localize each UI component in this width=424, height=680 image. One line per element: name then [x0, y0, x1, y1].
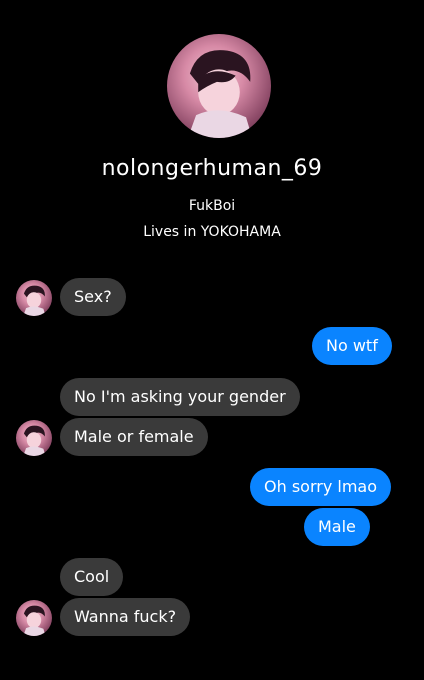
sender-avatar[interactable] — [16, 600, 52, 636]
profile-bio-line: FukBoi — [188, 198, 236, 214]
message-bubble-outgoing[interactable]: Male — [304, 508, 370, 546]
message-bubble-incoming[interactable]: Cool — [60, 558, 124, 596]
sender-avatar[interactable] — [16, 420, 52, 456]
message-bubble-outgoing[interactable]: Oh sorry lmao — [250, 468, 391, 506]
message-bubble-incoming[interactable]: No I'm asking your gender — [60, 378, 300, 416]
message-bubble-outgoing[interactable]: No wtf — [312, 327, 392, 365]
message-bubble-incoming[interactable]: Wanna fuck? — [60, 598, 191, 636]
profile-username: nolongerhuman_69 — [101, 156, 323, 181]
sender-avatar[interactable] — [16, 280, 52, 316]
profile-avatar[interactable] — [167, 34, 271, 138]
sender-avatar-image — [23, 425, 46, 456]
sender-avatar-image — [23, 285, 46, 316]
message-bubble-incoming[interactable]: Male or female — [60, 418, 208, 456]
sender-avatar-image — [23, 605, 46, 636]
message-bubble-incoming[interactable]: Sex? — [60, 278, 126, 316]
profile-avatar-image — [187, 50, 253, 138]
profile-bio-line: Lives in YOKOHAMA — [143, 224, 281, 240]
